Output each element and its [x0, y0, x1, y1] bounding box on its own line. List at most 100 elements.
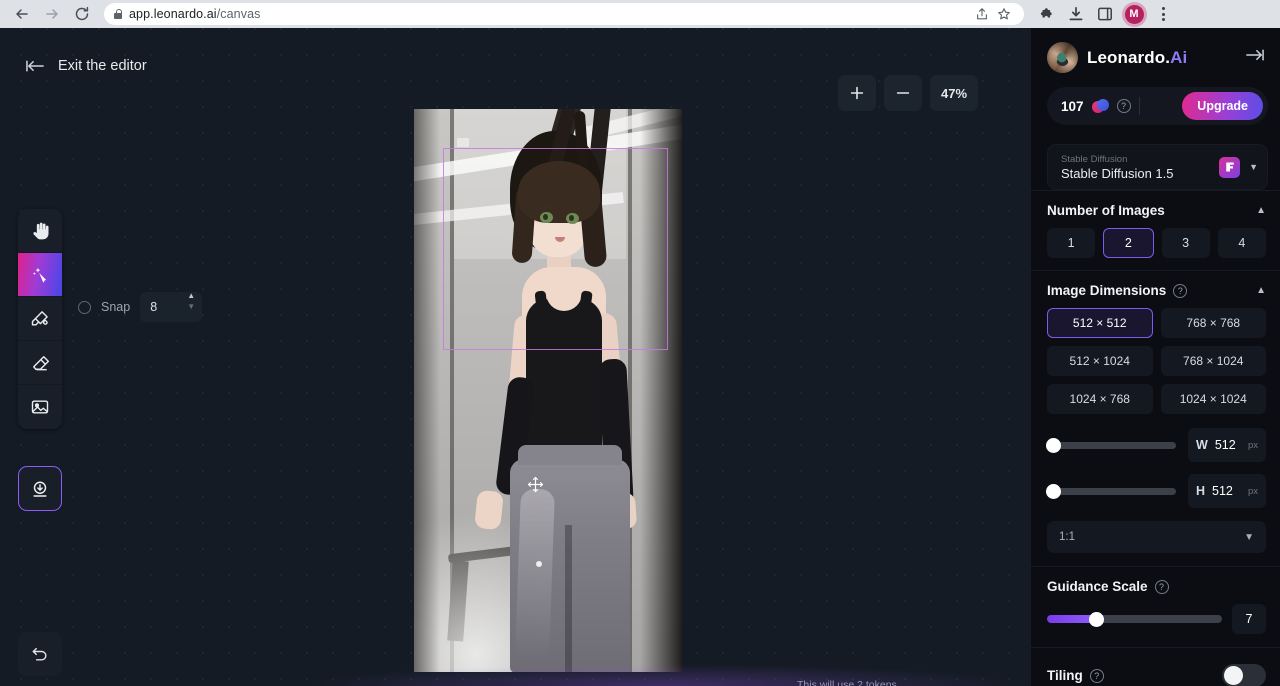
lock-icon	[114, 9, 122, 19]
left-shadow	[414, 109, 440, 672]
height-slider-knob[interactable]	[1046, 484, 1061, 499]
artwork-background	[414, 109, 682, 672]
width-field[interactable]: W 512 px	[1188, 428, 1266, 462]
canvas-workspace[interactable]: Exit the editor 47% Snap 8 ▲ ▼	[0, 28, 1030, 686]
zoom-controls: 47%	[838, 75, 978, 111]
collapse-panel-icon[interactable]	[1245, 48, 1268, 67]
width-slider-knob[interactable]	[1046, 438, 1061, 453]
zoom-out-button[interactable]	[884, 75, 922, 111]
section-title: Image Dimensions	[1047, 283, 1166, 298]
stepper-up-icon[interactable]: ▲	[187, 293, 195, 299]
tiling-toggle-knob	[1224, 666, 1243, 685]
image-count-2[interactable]: 2	[1103, 228, 1153, 258]
chevron-down-icon[interactable]: ▼	[1244, 532, 1254, 543]
dimension-1024x768[interactable]: 1024 × 768	[1047, 384, 1153, 414]
model-category: Stable Diffusion	[1061, 154, 1174, 165]
guidance-scale-value[interactable]: 7	[1232, 604, 1266, 634]
eye	[566, 213, 579, 224]
magic-select-tool[interactable]	[18, 253, 62, 297]
settings-panel: Leonardo.Ai 107 ? Upgrade Stable Diffusi…	[1030, 28, 1280, 686]
highlight-dot	[536, 561, 542, 567]
dimension-512x512[interactable]: 512 × 512	[1047, 308, 1153, 338]
guidance-scale-knob[interactable]	[1089, 612, 1104, 627]
height-unit: px	[1248, 486, 1258, 497]
snap-stepper[interactable]: 8 ▲ ▼	[140, 292, 202, 322]
height-value: 512	[1212, 484, 1233, 498]
image-count-3[interactable]: 3	[1162, 228, 1210, 258]
width-row: W 512 px	[1047, 428, 1266, 462]
aspect-ratio-value: 1:1	[1059, 531, 1075, 543]
height-label: H	[1196, 484, 1205, 498]
zoom-in-button[interactable]	[838, 75, 876, 111]
move-cursor-icon	[527, 476, 544, 493]
tiling-toggle[interactable]	[1222, 664, 1266, 686]
section-header: Guidance Scale ?	[1047, 579, 1266, 594]
snap-stepper-arrows: ▲ ▼	[187, 293, 195, 310]
help-circle-icon[interactable]: ?	[1173, 284, 1187, 298]
profile-avatar[interactable]: M	[1121, 1, 1147, 27]
forward-button[interactable]	[38, 1, 66, 27]
image-count-1[interactable]: 1	[1047, 228, 1095, 258]
guidance-scale-row: 7	[1047, 604, 1266, 634]
undo-button[interactable]	[18, 632, 62, 676]
upgrade-button[interactable]: Upgrade	[1182, 92, 1263, 120]
eraser-tool[interactable]	[18, 341, 62, 385]
share-icon[interactable]	[972, 4, 992, 24]
chevron-up-icon[interactable]: ▲	[1256, 285, 1266, 296]
credits-row: 107 ? Upgrade	[1047, 87, 1268, 125]
dimension-768x768[interactable]: 768 × 768	[1161, 308, 1267, 338]
snap-toggle[interactable]	[78, 301, 91, 314]
height-slider[interactable]	[1047, 488, 1176, 495]
model-thumbnail-icon	[1219, 157, 1240, 178]
section-header[interactable]: Number of Images ▲	[1047, 203, 1266, 218]
tiling-row: Tiling ?	[1047, 660, 1266, 686]
stepper-down-icon[interactable]: ▼	[187, 304, 195, 310]
eye	[540, 212, 553, 223]
canvas-artwork[interactable]	[414, 109, 682, 672]
model-name: Stable Diffusion 1.5	[1061, 166, 1174, 181]
back-button[interactable]	[8, 1, 36, 27]
token-coin-icon	[1092, 99, 1109, 114]
exit-arrow-icon	[26, 59, 45, 73]
dimension-1024x1024[interactable]: 1024 × 1024	[1161, 384, 1267, 414]
address-bar[interactable]: app.leonardo.ai/canvas	[104, 3, 1024, 25]
dimension-512x1024[interactable]: 512 × 1024	[1047, 346, 1153, 376]
zoom-level-display[interactable]: 47%	[930, 75, 978, 111]
chevron-up-icon[interactable]: ▲	[1256, 205, 1266, 216]
star-icon[interactable]	[994, 4, 1014, 24]
image-count-options: 1 2 3 4	[1047, 228, 1266, 258]
width-value: 512	[1215, 438, 1236, 452]
paint-tool[interactable]	[18, 297, 62, 341]
waistband	[518, 445, 622, 465]
width-label: W	[1196, 438, 1208, 452]
avatar[interactable]	[1047, 42, 1078, 73]
image-count-4[interactable]: 4	[1218, 228, 1266, 258]
exit-editor-button[interactable]: Exit the editor	[26, 58, 147, 74]
url-text: app.leonardo.ai/canvas	[129, 7, 260, 21]
help-circle-icon[interactable]: ?	[1155, 580, 1169, 594]
width-slider[interactable]	[1047, 442, 1176, 449]
help-circle-icon[interactable]: ?	[1090, 669, 1104, 683]
height-field[interactable]: H 512 px	[1188, 474, 1266, 508]
chevron-down-icon[interactable]: ▼	[1249, 162, 1258, 172]
right-shadow	[640, 109, 682, 672]
help-circle-icon[interactable]: ?	[1117, 99, 1131, 113]
section-header[interactable]: Image Dimensions ? ▲	[1047, 283, 1266, 298]
three-dot-menu-icon[interactable]	[1150, 1, 1176, 27]
reload-button[interactable]	[68, 1, 96, 27]
model-selector[interactable]: Stable Diffusion Stable Diffusion 1.5 ▼	[1047, 144, 1268, 190]
leg-highlight	[515, 488, 555, 659]
brand-title: Leonardo.Ai	[1087, 48, 1187, 68]
height-row: H 512 px	[1047, 474, 1266, 508]
download-tool[interactable]	[18, 466, 62, 511]
image-tool[interactable]	[18, 385, 62, 429]
side-panel-icon[interactable]	[1092, 1, 1118, 27]
puzzle-icon[interactable]	[1034, 1, 1060, 27]
aspect-ratio-select[interactable]: 1:1 ▼	[1047, 521, 1266, 553]
dimension-768x1024[interactable]: 768 × 1024	[1161, 346, 1267, 376]
guidance-scale-slider[interactable]	[1047, 615, 1222, 623]
download-icon[interactable]	[1063, 1, 1089, 27]
browser-action-icons: M	[1034, 1, 1178, 27]
divider	[1139, 97, 1140, 115]
pan-tool[interactable]	[18, 209, 62, 253]
